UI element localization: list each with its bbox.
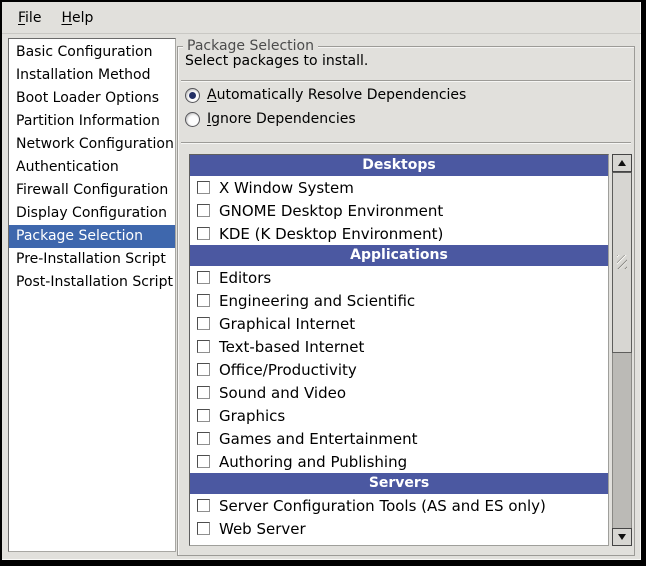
radio-indicator: [185, 112, 200, 127]
radio-label: Ignore Dependencies: [207, 111, 356, 127]
package-group-header-servers: Servers: [190, 473, 608, 494]
package-item-web-server[interactable]: Web Server: [190, 517, 608, 540]
package-item-label: Text-based Internet: [219, 338, 364, 356]
package-item-label: Games and Entertainment: [219, 430, 417, 448]
package-item-label: Server Configuration Tools (AS and ES on…: [219, 497, 546, 515]
package-item-office-productivity[interactable]: Office/Productivity: [190, 358, 608, 381]
package-list: Desktops X Window System GNOME Desktop Env…: [189, 154, 609, 546]
checkbox[interactable]: [197, 181, 210, 194]
sidebar-item-pre-installation-script[interactable]: Pre-Installation Script: [9, 248, 175, 271]
sidebar-item-boot-loader-options[interactable]: Boot Loader Options: [9, 87, 175, 110]
package-item-text-based-internet[interactable]: Text-based Internet: [190, 335, 608, 358]
package-item-label: Graphical Internet: [219, 315, 355, 333]
package-item-games-and-entertainment[interactable]: Games and Entertainment: [190, 427, 608, 450]
checkbox[interactable]: [197, 455, 210, 468]
menu-help[interactable]: Help: [51, 6, 103, 30]
checkbox[interactable]: [197, 522, 210, 535]
package-item-authoring-and-publishing[interactable]: Authoring and Publishing: [190, 450, 608, 473]
package-item-label: Sound and Video: [219, 384, 346, 402]
sidebar-item-authentication[interactable]: Authentication: [9, 156, 175, 179]
scroll-down-button[interactable]: [612, 528, 632, 546]
radio-label: Automatically Resolve Dependencies: [207, 87, 466, 103]
package-group-header-applications: Applications: [190, 245, 608, 266]
arrow-down-icon: [618, 534, 626, 540]
package-item-label: Editors: [219, 269, 271, 287]
checkbox[interactable]: [197, 317, 210, 330]
radio-ignore-dependencies[interactable]: Ignore Dependencies: [185, 110, 356, 128]
package-item-label: Graphics: [219, 407, 285, 425]
checkbox[interactable]: [197, 227, 210, 240]
radio-automatically-resolve-dependencies[interactable]: Automatically Resolve Dependencies: [185, 86, 466, 104]
sidebar-item-installation-method[interactable]: Installation Method: [9, 64, 175, 87]
sidebar-nav: Basic ConfigurationInstallation MethodBo…: [8, 38, 176, 552]
checkbox[interactable]: [197, 340, 210, 353]
sidebar-item-display-configuration[interactable]: Display Configuration: [9, 202, 175, 225]
package-item-x-window-system[interactable]: X Window System: [190, 176, 608, 199]
sidebar-item-basic-configuration[interactable]: Basic Configuration: [9, 41, 175, 64]
package-item-label: GNOME Desktop Environment: [219, 202, 443, 220]
separator: [181, 142, 631, 144]
checkbox[interactable]: [197, 409, 210, 422]
checkbox[interactable]: [197, 204, 210, 217]
menubar: FileHelp: [2, 2, 641, 34]
checkbox[interactable]: [197, 499, 210, 512]
sidebar-item-post-installation-script[interactable]: Post-Installation Script: [9, 271, 175, 294]
package-item-engineering-and-scientific[interactable]: Engineering and Scientific: [190, 289, 608, 312]
package-item-label: KDE (K Desktop Environment): [219, 225, 443, 243]
scroll-up-button[interactable]: [612, 154, 632, 172]
sidebar-item-package-selection[interactable]: Package Selection: [9, 225, 175, 248]
checkbox[interactable]: [197, 432, 210, 445]
checkbox[interactable]: [197, 294, 210, 307]
package-item-label: Engineering and Scientific: [219, 292, 415, 310]
package-item-label: Office/Productivity: [219, 361, 357, 379]
arrow-up-icon: [618, 160, 626, 166]
package-item-label: Authoring and Publishing: [219, 453, 407, 471]
package-item-kde-k-desktop-environment[interactable]: KDE (K Desktop Environment): [190, 222, 608, 245]
package-item-sound-and-video[interactable]: Sound and Video: [190, 381, 608, 404]
package-item-label: Web Server: [219, 520, 306, 538]
package-item-label: X Window System: [219, 179, 354, 197]
package-item-graphical-internet[interactable]: Graphical Internet: [190, 312, 608, 335]
package-group-header-desktops: Desktops: [190, 155, 608, 176]
checkbox[interactable]: [197, 271, 210, 284]
scrollbar-thumb[interactable]: [612, 172, 632, 353]
package-item-graphics[interactable]: Graphics: [190, 404, 608, 427]
vertical-scrollbar[interactable]: [612, 154, 632, 546]
package-list-scrollwindow: Desktops X Window System GNOME Desktop Env…: [189, 154, 632, 546]
package-item-gnome-desktop-environment[interactable]: GNOME Desktop Environment: [190, 199, 608, 222]
radio-indicator: [185, 88, 200, 103]
separator: [181, 80, 631, 82]
package-item-editors[interactable]: Editors: [190, 266, 608, 289]
checkbox[interactable]: [197, 386, 210, 399]
package-selection-frame: Package Selection Select packages to ins…: [177, 46, 635, 556]
sidebar-item-partition-information[interactable]: Partition Information: [9, 110, 175, 133]
checkbox[interactable]: [197, 363, 210, 376]
menu-file[interactable]: File: [8, 6, 51, 30]
package-item-server-configuration-tools-as-and-es-only[interactable]: Server Configuration Tools (AS and ES on…: [190, 494, 608, 517]
sidebar-item-firewall-configuration[interactable]: Firewall Configuration: [9, 179, 175, 202]
subtitle: Select packages to install.: [185, 53, 368, 69]
sidebar-item-network-configuration[interactable]: Network Configuration: [9, 133, 175, 156]
app-window: FileHelp Basic ConfigurationInstallation…: [0, 0, 646, 566]
